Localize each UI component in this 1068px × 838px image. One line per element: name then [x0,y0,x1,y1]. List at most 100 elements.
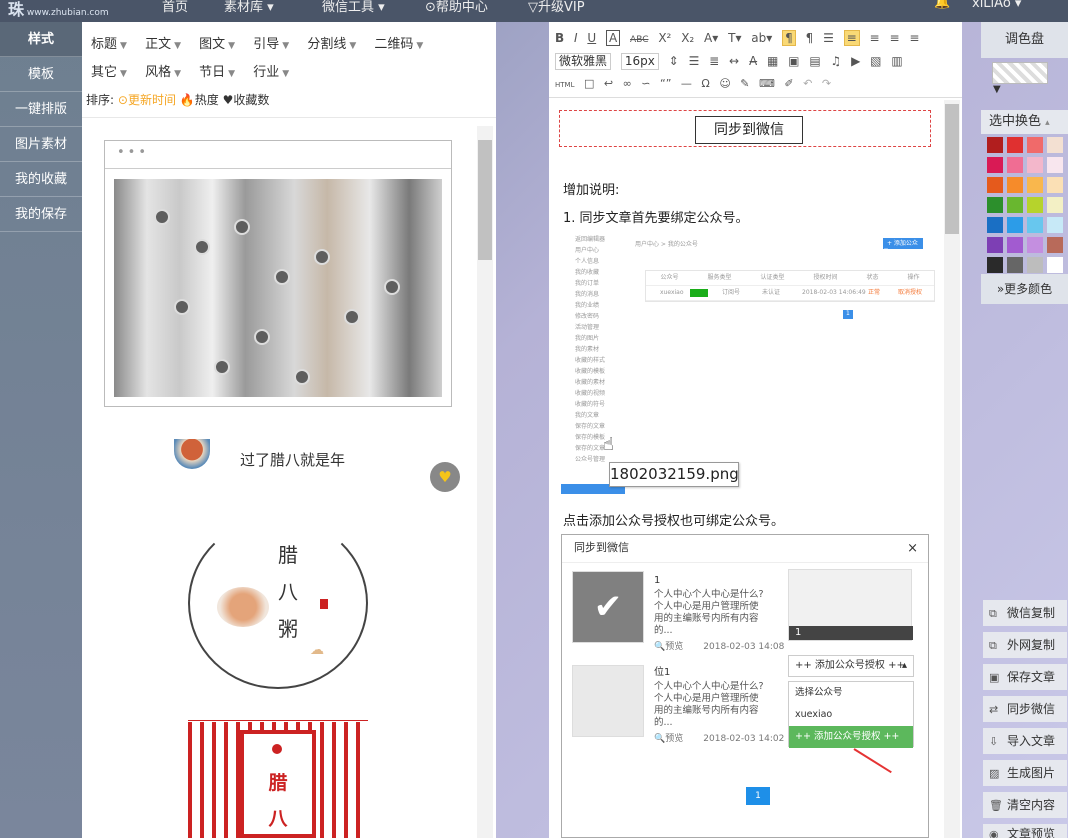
color-swatch[interactable] [1047,137,1063,153]
swatch-dropdown-icon[interactable]: ▼ [993,84,1001,95]
color-swatch[interactable] [1007,197,1023,213]
tab-divider[interactable]: 分割线 ▼ [307,37,356,52]
map-icon[interactable]: ▧ [870,54,881,68]
more-colors-button[interactable]: »更多颜色 [981,274,1068,304]
tab-qrcode[interactable]: 二维码 ▼ [374,37,423,52]
undo-icon[interactable]: ↶ [803,77,812,90]
current-color-swatch[interactable] [992,62,1048,84]
style-card-laba-title[interactable]: 过了腊八就是年 [172,437,412,477]
keyboard-icon[interactable]: ⌨ [759,77,775,90]
color-swatch[interactable] [1027,197,1043,213]
unlink-icon[interactable]: ∽ [641,77,650,90]
style-card-photo[interactable]: ••• [104,140,452,407]
color-swatch[interactable] [1047,197,1063,213]
screenshot-sync-dialog[interactable]: 同步到微信 × ✔ 1 个人中心个人中心是什么?个人中心是用户管理所使用的主编账… [561,534,929,838]
horizontal-rule-icon[interactable]: — [681,77,692,90]
bold-button[interactable]: B [555,31,564,45]
sync-wechat-button[interactable]: ⇄ 同步微信 [983,696,1067,722]
color-swatch[interactable] [1027,157,1043,173]
sync-to-wechat-button[interactable]: 同步到微信 [695,116,803,144]
subscript-button[interactable]: X₂ [681,31,694,45]
underline-button[interactable]: U [587,31,596,45]
tab-other[interactable]: 其它 ▼ [91,65,127,80]
align-center-button[interactable]: ≡ [889,31,899,45]
color-swatch[interactable] [1007,177,1023,193]
screenshot-account-page[interactable]: 返回编辑器 用户中心 个人信息 我的收藏 我的订单 我的消息 我的业绩 修改密码… [561,234,935,496]
color-swatch[interactable] [1047,177,1063,193]
color-swatch[interactable] [1027,237,1043,253]
video-icon[interactable]: ▶ [851,54,860,68]
font-family-select[interactable]: 微软雅黑 [555,53,612,70]
tab-title[interactable]: 标题 ▼ [91,37,127,52]
color-swatch[interactable] [1027,177,1043,193]
clear-format-icon[interactable]: A̶ [749,54,757,68]
color-swatch[interactable] [1027,217,1043,233]
tab-image-text[interactable]: 图文 ▼ [199,37,235,52]
editor-paragraph-2[interactable]: 1. 同步文章首先要绑定公众号。 [563,207,749,226]
generate-image-button[interactable]: ▨ 生成图片 [983,760,1067,786]
indent-button[interactable]: ☰ [823,31,834,45]
nav-wechat-tools[interactable]: 微信工具 ▾ [322,0,385,15]
quote-icon[interactable]: “” [660,77,671,90]
tab-industry[interactable]: 行业 ▼ [253,65,289,80]
paragraph-spacing-icon[interactable]: ☰ [689,54,700,68]
font-size-select[interactable]: 16px [620,53,659,70]
editor-paragraph-1[interactable]: 增加说明: [563,179,619,198]
nav-help-center[interactable]: ⊙帮助中心 [425,0,488,15]
align-right-button[interactable]: ≡ [870,31,880,45]
tab-holiday[interactable]: 节日 ▼ [199,65,235,80]
bell-icon[interactable]: 🔔 [934,0,950,10]
align-justify-button[interactable]: ≡ [909,31,919,45]
sidebar-item-templates[interactable]: 模板 [0,57,82,92]
line-height-icon[interactable]: ⇕ [669,54,679,68]
color-swatch[interactable] [1007,137,1023,153]
scrollbar-thumb[interactable] [945,104,959,234]
special-char-icon[interactable]: Ω [701,77,709,90]
editor-scrollbar[interactable] [944,100,960,838]
color-swatch[interactable] [1047,217,1063,233]
redo-icon[interactable]: ↷ [822,77,831,90]
sidebar-item-image-materials[interactable]: 图片素材 [0,127,82,162]
music-icon[interactable]: ♫ [831,54,842,68]
table-icon[interactable]: ▦ [767,54,778,68]
color-swatch[interactable] [1047,257,1063,273]
style-panel-scrollbar[interactable] [477,126,493,838]
preview-article-button[interactable]: ◉ 文章预览 [983,824,1067,838]
external-copy-button[interactable]: ⧉ 外网复制 [983,632,1067,658]
color-swatch[interactable] [1047,157,1063,173]
sidebar-item-my-favorites[interactable]: 我的收藏 [0,162,82,197]
editor-paragraph-3[interactable]: 点击添加公众号授权也可绑定公众号。 [563,510,784,529]
color-swatch[interactable] [1007,217,1023,233]
font-border-button[interactable]: A [605,30,621,46]
sidebar-item-one-click-layout[interactable]: 一键排版 [0,92,82,127]
nav-home[interactable]: 首页 [162,0,188,15]
link-icon[interactable]: ∞ [623,77,632,90]
spacing-after-icon[interactable]: ≣ [709,54,719,68]
format-painter-icon[interactable]: ✎ [740,77,749,90]
color-swatch[interactable] [987,177,1003,193]
color-swatch[interactable] [1027,137,1043,153]
align-left-button[interactable]: ≡ [843,30,860,46]
pen-icon[interactable]: ✐ [784,77,793,90]
color-swatch[interactable] [1007,237,1023,253]
wechat-copy-button[interactable]: ⧉ 微信复制 [983,600,1067,626]
html-source-button[interactable]: HTML [555,81,574,89]
italic-button[interactable]: I [574,31,578,45]
favorite-heart-icon[interactable]: ♥ [430,462,460,492]
font-color-button[interactable]: A▾ [704,31,718,45]
nav-materials[interactable]: 素材库 ▾ [224,0,274,15]
image-icon[interactable]: ▣ [788,54,799,68]
sort-by-favorites[interactable]: ♥收藏数 [223,93,270,107]
color-swatch[interactable] [987,217,1003,233]
color-swatch[interactable] [987,157,1003,173]
page-icon[interactable]: □ [584,77,594,90]
emoji-icon[interactable]: ☺ [719,77,730,90]
color-swatch[interactable] [987,197,1003,213]
site-logo[interactable]: 珠 www.zhubian.com [8,0,109,20]
color-swatch[interactable] [987,137,1003,153]
color-swatch[interactable] [1007,257,1023,273]
multi-image-icon[interactable]: ▤ [809,54,820,68]
sidebar-item-styles[interactable]: 样式 [0,22,82,57]
nav-upgrade-vip[interactable]: ▽升级VIP [528,0,585,15]
import-article-button[interactable]: ⇩ 导入文章 [983,728,1067,754]
